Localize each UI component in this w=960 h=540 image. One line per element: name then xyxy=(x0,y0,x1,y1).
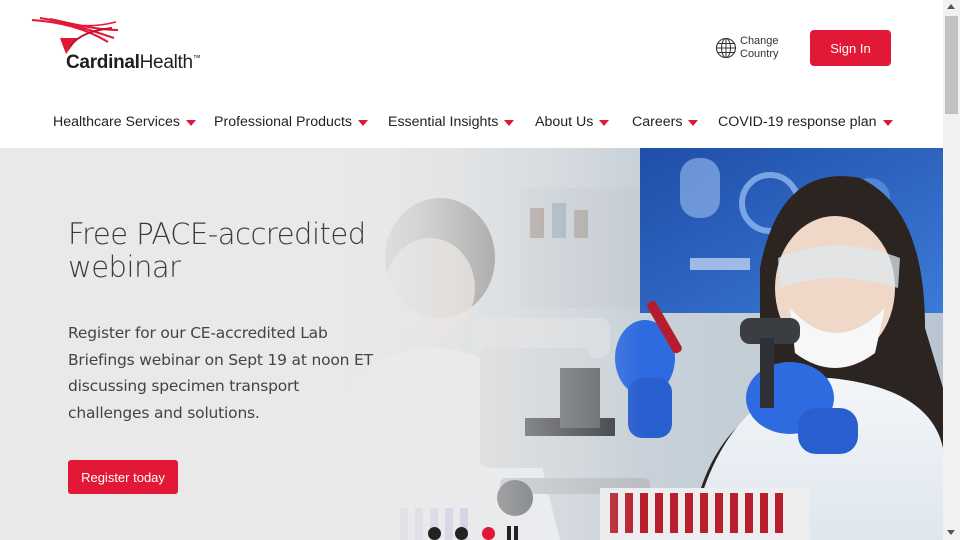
carousel-dot-3-active[interactable] xyxy=(482,526,495,540)
carousel-controls xyxy=(428,526,518,540)
nav-item-label: Healthcare Services xyxy=(53,114,180,130)
main-nav: Healthcare Services Professional Product… xyxy=(0,104,943,148)
nav-item-professional-products[interactable]: Professional Products xyxy=(214,114,369,130)
caret-down-icon xyxy=(882,119,893,126)
scroll-up-arrow-icon[interactable] xyxy=(947,4,955,9)
pause-icon[interactable] xyxy=(507,526,518,540)
hero-title: Free PACE-accredited webinar xyxy=(68,217,366,284)
nav-item-healthcare-services[interactable]: Healthcare Services xyxy=(53,114,196,130)
nav-item-essential-insights[interactable]: Essential Insights xyxy=(388,114,515,130)
nav-item-label: Careers xyxy=(632,114,683,130)
nav-item-label: Professional Products xyxy=(214,114,353,130)
caret-down-icon xyxy=(504,119,515,126)
logo-wordmark: CardinalHealth™ xyxy=(66,52,201,73)
page-scrollbar[interactable] xyxy=(943,0,960,540)
cardinal-health-logo[interactable]: CardinalHealth™ xyxy=(30,16,205,80)
nav-item-label: Essential Insights xyxy=(388,114,499,130)
site-header: CardinalHealth™ Change Country Sign In H… xyxy=(0,0,943,148)
caret-down-icon xyxy=(599,119,610,126)
register-today-button[interactable]: Register today xyxy=(68,460,178,494)
change-country-label: Change Country xyxy=(740,35,779,60)
nav-item-label: COVID-19 response plan xyxy=(718,114,877,130)
nav-item-about-us[interactable]: About Us xyxy=(535,114,610,130)
nav-item-careers[interactable]: Careers xyxy=(632,114,699,130)
globe-icon xyxy=(715,37,737,59)
carousel-dot-2[interactable] xyxy=(455,526,468,540)
hero-description: Register for our CE-accredited Lab Brief… xyxy=(68,324,373,422)
nav-item-label: About Us xyxy=(535,114,594,130)
sign-in-button[interactable]: Sign In xyxy=(810,30,891,66)
change-country-link[interactable]: Change Country xyxy=(715,35,782,61)
caret-down-icon xyxy=(688,119,699,126)
scroll-down-arrow-icon[interactable] xyxy=(947,530,955,535)
caret-down-icon xyxy=(185,119,196,126)
caret-down-icon xyxy=(358,119,369,126)
scrollbar-thumb[interactable] xyxy=(945,16,958,114)
nav-item-covid-19-response-plan[interactable]: COVID-19 response plan xyxy=(718,114,893,130)
carousel-dot-1[interactable] xyxy=(428,526,441,540)
hero-banner: Free PACE-accredited webinar Register fo… xyxy=(0,148,943,540)
